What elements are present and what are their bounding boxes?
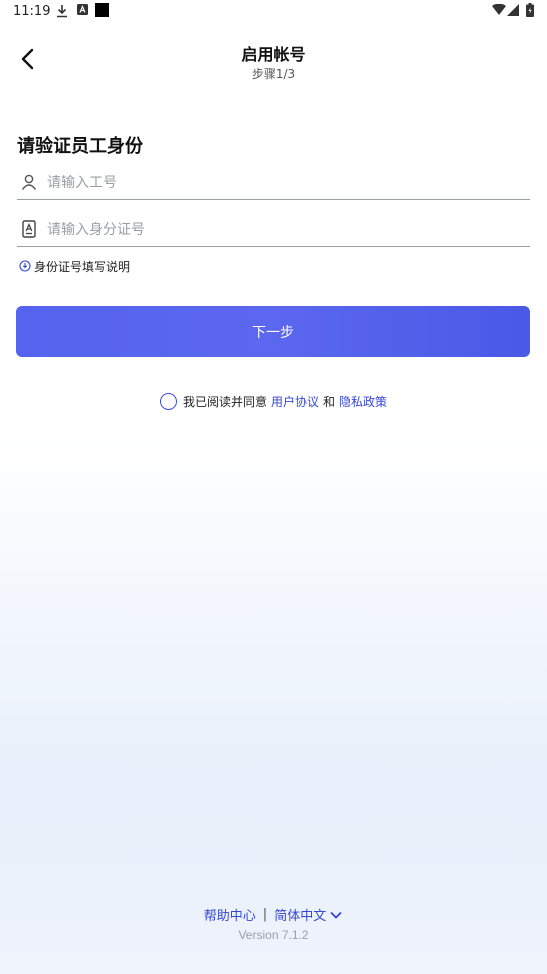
id-number-input[interactable] <box>47 218 517 242</box>
agreement-and: 和 <box>323 395 336 409</box>
footer-separator: | <box>262 907 268 922</box>
user-agreement-link[interactable]: 用户协议 <box>271 393 319 410</box>
black-square-icon <box>95 3 109 17</box>
battery-icon <box>526 3 534 17</box>
id-number-field <box>17 213 530 247</box>
language-selector[interactable]: 简体中文 <box>274 905 343 924</box>
chevron-down-icon <box>330 911 342 919</box>
id-number-hint-link[interactable]: 身份证号填写说明 <box>19 258 130 274</box>
a-badge-icon <box>77 4 88 15</box>
id-card-icon <box>22 220 36 238</box>
status-time: 11:19 <box>13 4 51 19</box>
section-title: 请验证员工身份 <box>17 136 143 157</box>
help-center-link[interactable]: 帮助中心 <box>204 905 256 924</box>
agreement-checkbox[interactable] <box>159 393 177 410</box>
status-bar: 11:19 <box>0 0 547 24</box>
download-icon <box>57 5 67 18</box>
info-icon <box>19 260 31 272</box>
hint-text: 身份证号填写说明 <box>34 259 131 274</box>
footer-links: 帮助中心 | 简体中文 <box>0 905 547 924</box>
page-title: 启用帐号 <box>241 45 306 64</box>
privacy-policy-link[interactable]: 隐私政策 <box>339 393 387 410</box>
next-step-button[interactable]: 下一步 <box>16 306 530 357</box>
person-icon <box>21 174 37 190</box>
employee-id-field <box>17 166 530 200</box>
agreement-row: 我已阅读并同意 用户协议 和 隐私政策 <box>0 393 547 410</box>
language-label: 简体中文 <box>274 909 327 924</box>
step-indicator: 步骤1/3 <box>251 67 296 81</box>
version-text: Version 7.1.2 <box>238 928 309 942</box>
agreement-prefix: 我已阅读并同意 <box>182 395 267 409</box>
employee-id-input[interactable] <box>47 171 517 195</box>
signal-icon <box>507 4 519 16</box>
wifi-icon <box>492 4 506 15</box>
